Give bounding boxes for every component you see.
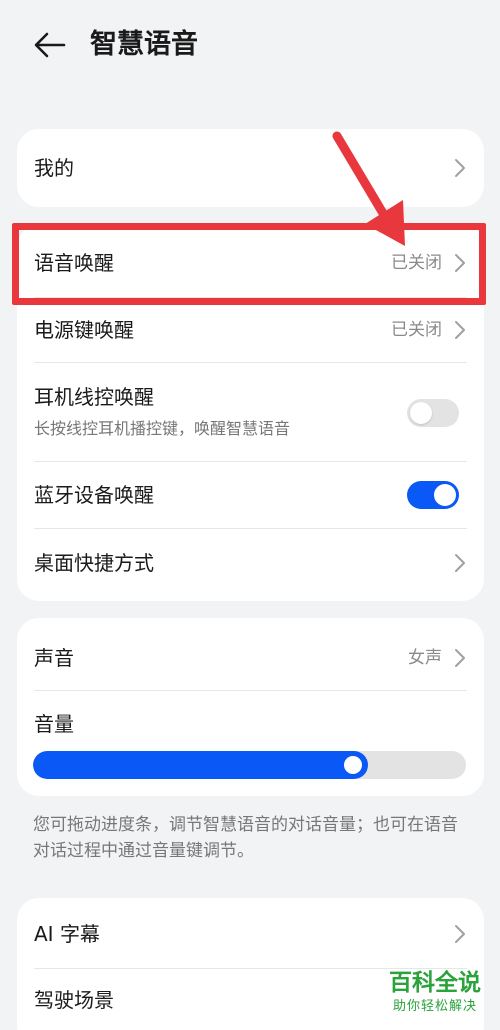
- toggle-knob: [410, 402, 432, 424]
- volume-slider-thumb[interactable]: [344, 756, 362, 774]
- page-title: 智慧语音: [90, 29, 198, 60]
- earphone-wake-description: 长按线控耳机播控键，唤醒智慧语音: [34, 419, 291, 438]
- chevron-right-icon: [455, 925, 465, 943]
- volume-slider-fill: [33, 751, 368, 779]
- power-key-wake-row[interactable]: 电源键唤醒 已关闭: [17, 298, 484, 362]
- power-key-wake-status: 已关闭: [391, 320, 442, 340]
- earphone-wake-row: 耳机线控唤醒 长按线控耳机播控键，唤醒智慧语音: [17, 363, 484, 461]
- sound-card: 声音 女声 音量: [17, 618, 484, 796]
- watermark-slogan: 助你轻松解决: [392, 999, 477, 1014]
- arrow-left-icon: [34, 32, 66, 58]
- desktop-shortcut-label: 桌面快捷方式: [34, 551, 154, 575]
- volume-note: 您可拖动进度条，调节智慧语音的对话音量；也可在语音对话过程中通过音量键调节。: [33, 815, 458, 861]
- header: 智慧语音: [0, 0, 500, 92]
- bluetooth-wake-row: 蓝牙设备唤醒: [17, 462, 484, 528]
- chevron-right-icon: [455, 554, 465, 572]
- my-label: 我的: [34, 156, 74, 180]
- volume-label: 音量: [34, 712, 74, 736]
- back-button[interactable]: [30, 28, 70, 62]
- earphone-wake-toggle[interactable]: [407, 399, 459, 427]
- volume-slider[interactable]: [33, 751, 466, 779]
- sound-label: 声音: [34, 646, 74, 670]
- ai-subtitle-row[interactable]: AI 字幕: [17, 898, 484, 968]
- ai-subtitle-label: AI 字幕: [34, 922, 100, 946]
- watermark-logo: 百科全说: [389, 970, 481, 996]
- power-key-wake-label: 电源键唤醒: [34, 318, 134, 342]
- sound-row[interactable]: 声音 女声: [17, 618, 484, 690]
- bluetooth-wake-toggle[interactable]: [407, 481, 459, 509]
- chevron-right-icon: [455, 159, 465, 177]
- toggle-knob: [434, 484, 456, 506]
- sound-value: 女声: [408, 648, 442, 668]
- bluetooth-wake-label: 蓝牙设备唤醒: [34, 483, 154, 507]
- chevron-right-icon: [455, 321, 465, 339]
- desktop-shortcut-row[interactable]: 桌面快捷方式: [17, 529, 484, 601]
- earphone-wake-label: 耳机线控唤醒: [34, 385, 154, 409]
- watermark: 百科全说 助你轻松解决: [375, 968, 495, 1024]
- driving-scene-label: 驾驶场景: [34, 988, 114, 1012]
- chevron-right-icon: [455, 649, 465, 667]
- annotation-arrow-icon: [332, 131, 405, 246]
- divider: [34, 690, 467, 691]
